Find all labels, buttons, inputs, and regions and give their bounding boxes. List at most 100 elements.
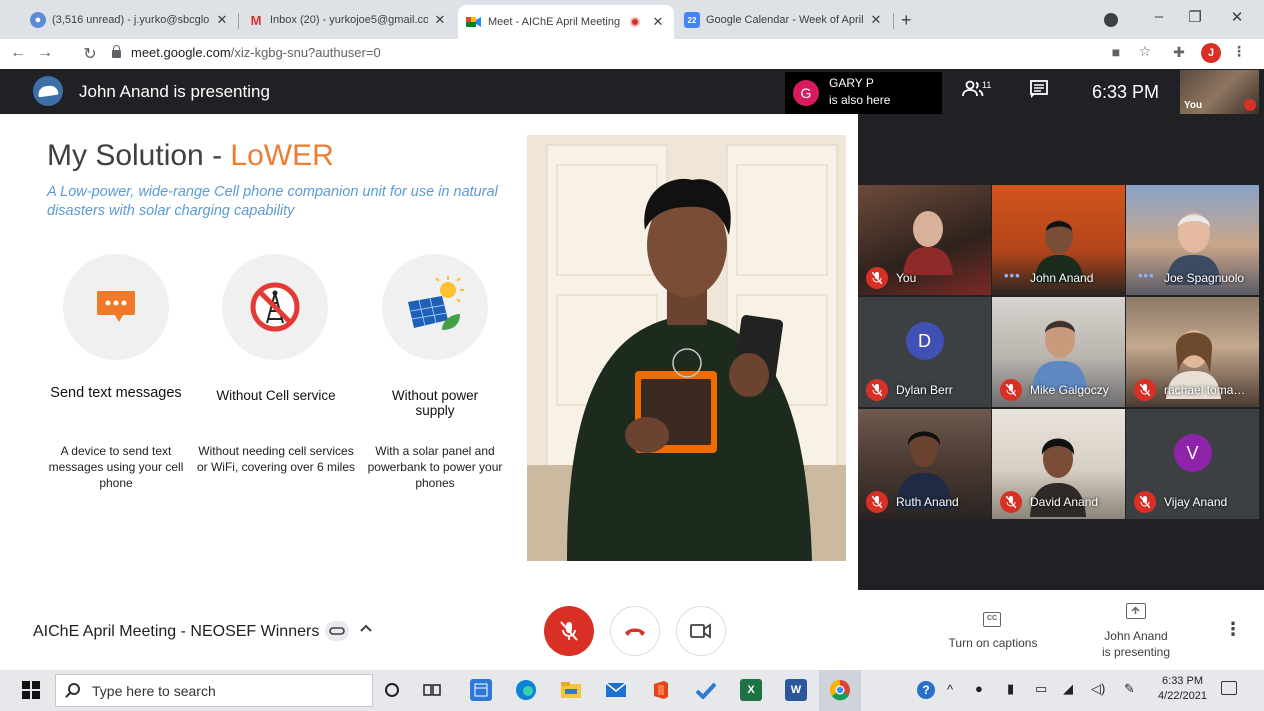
- google-meet-icon: [466, 14, 482, 30]
- camera-toggle-button[interactable]: [676, 606, 726, 656]
- todo-app-icon[interactable]: [695, 679, 717, 701]
- feature-icon-circle: [382, 254, 488, 360]
- avatar: G: [793, 80, 819, 106]
- speaking-indicator-icon: •••: [1004, 268, 1021, 283]
- feature-icon-circle: [63, 254, 169, 360]
- excel-app-icon[interactable]: X: [740, 679, 762, 701]
- participant-tile[interactable]: rachael toma…: [1126, 297, 1259, 407]
- participant-count: 11: [982, 80, 992, 90]
- gmail-icon: M: [250, 12, 262, 28]
- back-button[interactable]: ←: [8, 44, 28, 62]
- feature-description: Without needing cell services or WiFi, c…: [196, 444, 356, 474]
- network-status-icon[interactable]: ●: [975, 681, 983, 696]
- chevron-up-icon[interactable]: [359, 621, 373, 638]
- mic-muted-icon: [1000, 379, 1022, 401]
- tab-search-icon[interactable]: [1104, 13, 1118, 27]
- captions-icon[interactable]: CC: [983, 612, 1001, 627]
- volume-icon[interactable]: ◁): [1091, 681, 1105, 697]
- pen-workspace-icon[interactable]: ✎: [1124, 681, 1135, 697]
- battery-icon[interactable]: ▭: [1035, 681, 1047, 697]
- address-bar[interactable]: meet.google.com/xiz-kgbg-snu?authuser=0: [112, 44, 381, 60]
- tab-title: (3,516 unread) - j.yurko@sbcglob: [52, 14, 210, 26]
- close-tab-icon[interactable]: ✕: [650, 14, 666, 30]
- mic-muted-icon: [1000, 491, 1022, 513]
- participant-name: Mike Galgoczy: [1030, 383, 1109, 397]
- help-app-icon[interactable]: ?: [915, 679, 937, 701]
- file-explorer-icon[interactable]: [560, 679, 582, 701]
- also-here-card[interactable]: G GARY P is also here: [785, 72, 942, 114]
- profile-avatar[interactable]: J: [1201, 43, 1221, 63]
- leave-call-button[interactable]: [610, 606, 660, 656]
- tab-google-meet[interactable]: Meet - AIChE April Meeting ✕: [458, 5, 674, 39]
- participant-tile[interactable]: Mike Galgoczy: [992, 297, 1125, 407]
- avatar: V: [1173, 434, 1212, 472]
- tab-google-calendar[interactable]: 22 Google Calendar - Week of April ✕: [676, 6, 892, 34]
- chat-icon[interactable]: [1029, 79, 1051, 101]
- close-tab-icon[interactable]: ✕: [214, 12, 230, 28]
- mic-toggle-button[interactable]: [544, 606, 594, 656]
- present-button-label[interactable]: John Anand is presenting: [1086, 628, 1186, 660]
- present-label-line2: is presenting: [1101, 645, 1171, 659]
- tab-title: Google Calendar - Week of April: [706, 14, 864, 26]
- participant-tile[interactable]: ••• John Anand: [992, 185, 1125, 295]
- tab-title: Inbox (20) - yurkojoe5@gmail.co: [270, 14, 428, 26]
- more-options-icon[interactable]: ⋮: [1224, 619, 1242, 640]
- participant-tile[interactable]: Ruth Anand: [858, 409, 991, 519]
- task-view-icon[interactable]: [421, 679, 443, 701]
- close-tab-icon[interactable]: ✕: [432, 12, 448, 28]
- tab-title: Meet - AIChE April Meeting: [488, 16, 621, 28]
- close-window-button[interactable]: ✕: [1222, 8, 1252, 26]
- no-cell-tower-icon: [250, 282, 300, 332]
- url-host: meet.google.com: [131, 45, 231, 60]
- chrome-menu-icon[interactable]: ⋮: [1229, 43, 1249, 60]
- taskbar-clock[interactable]: 6:33 PM 4/22/2021: [1155, 674, 1210, 704]
- end-call-icon: [625, 628, 645, 636]
- participant-tile[interactable]: V Vijay Anand: [1126, 409, 1259, 519]
- notifications-icon[interactable]: [1221, 681, 1237, 695]
- camera-in-use-icon[interactable]: ■: [1106, 44, 1126, 60]
- extensions-puzzle-icon[interactable]: ✚: [1169, 44, 1189, 61]
- tab-yahoo-mail[interactable]: ● (3,516 unread) - j.yurko@sbcglob ✕: [22, 6, 238, 34]
- mic-muted-icon: [866, 491, 888, 513]
- edge-browser-icon[interactable]: [515, 679, 537, 701]
- wifi-icon[interactable]: ◢: [1063, 681, 1073, 697]
- reload-button[interactable]: ↻: [80, 44, 100, 64]
- cortana-icon[interactable]: [381, 679, 403, 701]
- recording-indicator-icon: [630, 17, 640, 27]
- tab-gmail[interactable]: M Inbox (20) - yurkojoe5@gmail.co ✕: [240, 6, 456, 34]
- windows-start-icon[interactable]: [22, 681, 40, 699]
- bookmark-star-icon[interactable]: ☆: [1135, 43, 1155, 60]
- present-screen-icon[interactable]: [1126, 603, 1146, 619]
- mic-muted-icon: [866, 379, 888, 401]
- minimize-button[interactable]: –: [1144, 8, 1174, 25]
- attachment-icon[interactable]: [325, 621, 349, 641]
- slide-subtitle: A Low-power, wide-range Cell phone compa…: [47, 184, 498, 219]
- new-tab-button[interactable]: +: [901, 10, 912, 31]
- calendar-app-icon[interactable]: [470, 679, 492, 701]
- taskbar-search-input[interactable]: Type here to search: [55, 674, 373, 707]
- chat-bubble-icon: [97, 291, 135, 322]
- yahoo-mail-icon: ●: [30, 12, 46, 28]
- microphone-tray-icon[interactable]: ▮: [1007, 681, 1014, 697]
- word-app-icon[interactable]: W: [785, 679, 807, 701]
- mail-app-icon[interactable]: [605, 679, 627, 701]
- slide-title-accent: LoWER: [230, 139, 334, 172]
- feature-description: With a solar panel and powerbank to powe…: [367, 444, 503, 490]
- chrome-app-icon[interactable]: [829, 679, 851, 701]
- video-camera-icon: [690, 623, 711, 639]
- restore-button[interactable]: ❐: [1180, 8, 1210, 26]
- mic-off-icon: [560, 621, 578, 641]
- tray-chevron-up-icon[interactable]: ^: [947, 682, 953, 697]
- captions-button-label[interactable]: Turn on captions: [943, 636, 1043, 650]
- forward-button[interactable]: →: [35, 44, 55, 62]
- self-view-thumbnail[interactable]: You: [1180, 70, 1259, 114]
- participant-tile[interactable]: You: [858, 185, 991, 295]
- close-tab-icon[interactable]: ✕: [868, 12, 884, 28]
- slide-title-prefix: My Solution -: [47, 139, 231, 172]
- participant-tile[interactable]: ••• Joe Spagnuolo: [1126, 185, 1259, 295]
- participant-tile[interactable]: D Dylan Berr: [858, 297, 991, 407]
- participant-tile[interactable]: David Anand: [992, 409, 1125, 519]
- office-app-icon[interactable]: [650, 679, 672, 701]
- taskbar-time: 6:33 PM: [1162, 675, 1203, 687]
- tab-divider: [238, 13, 239, 29]
